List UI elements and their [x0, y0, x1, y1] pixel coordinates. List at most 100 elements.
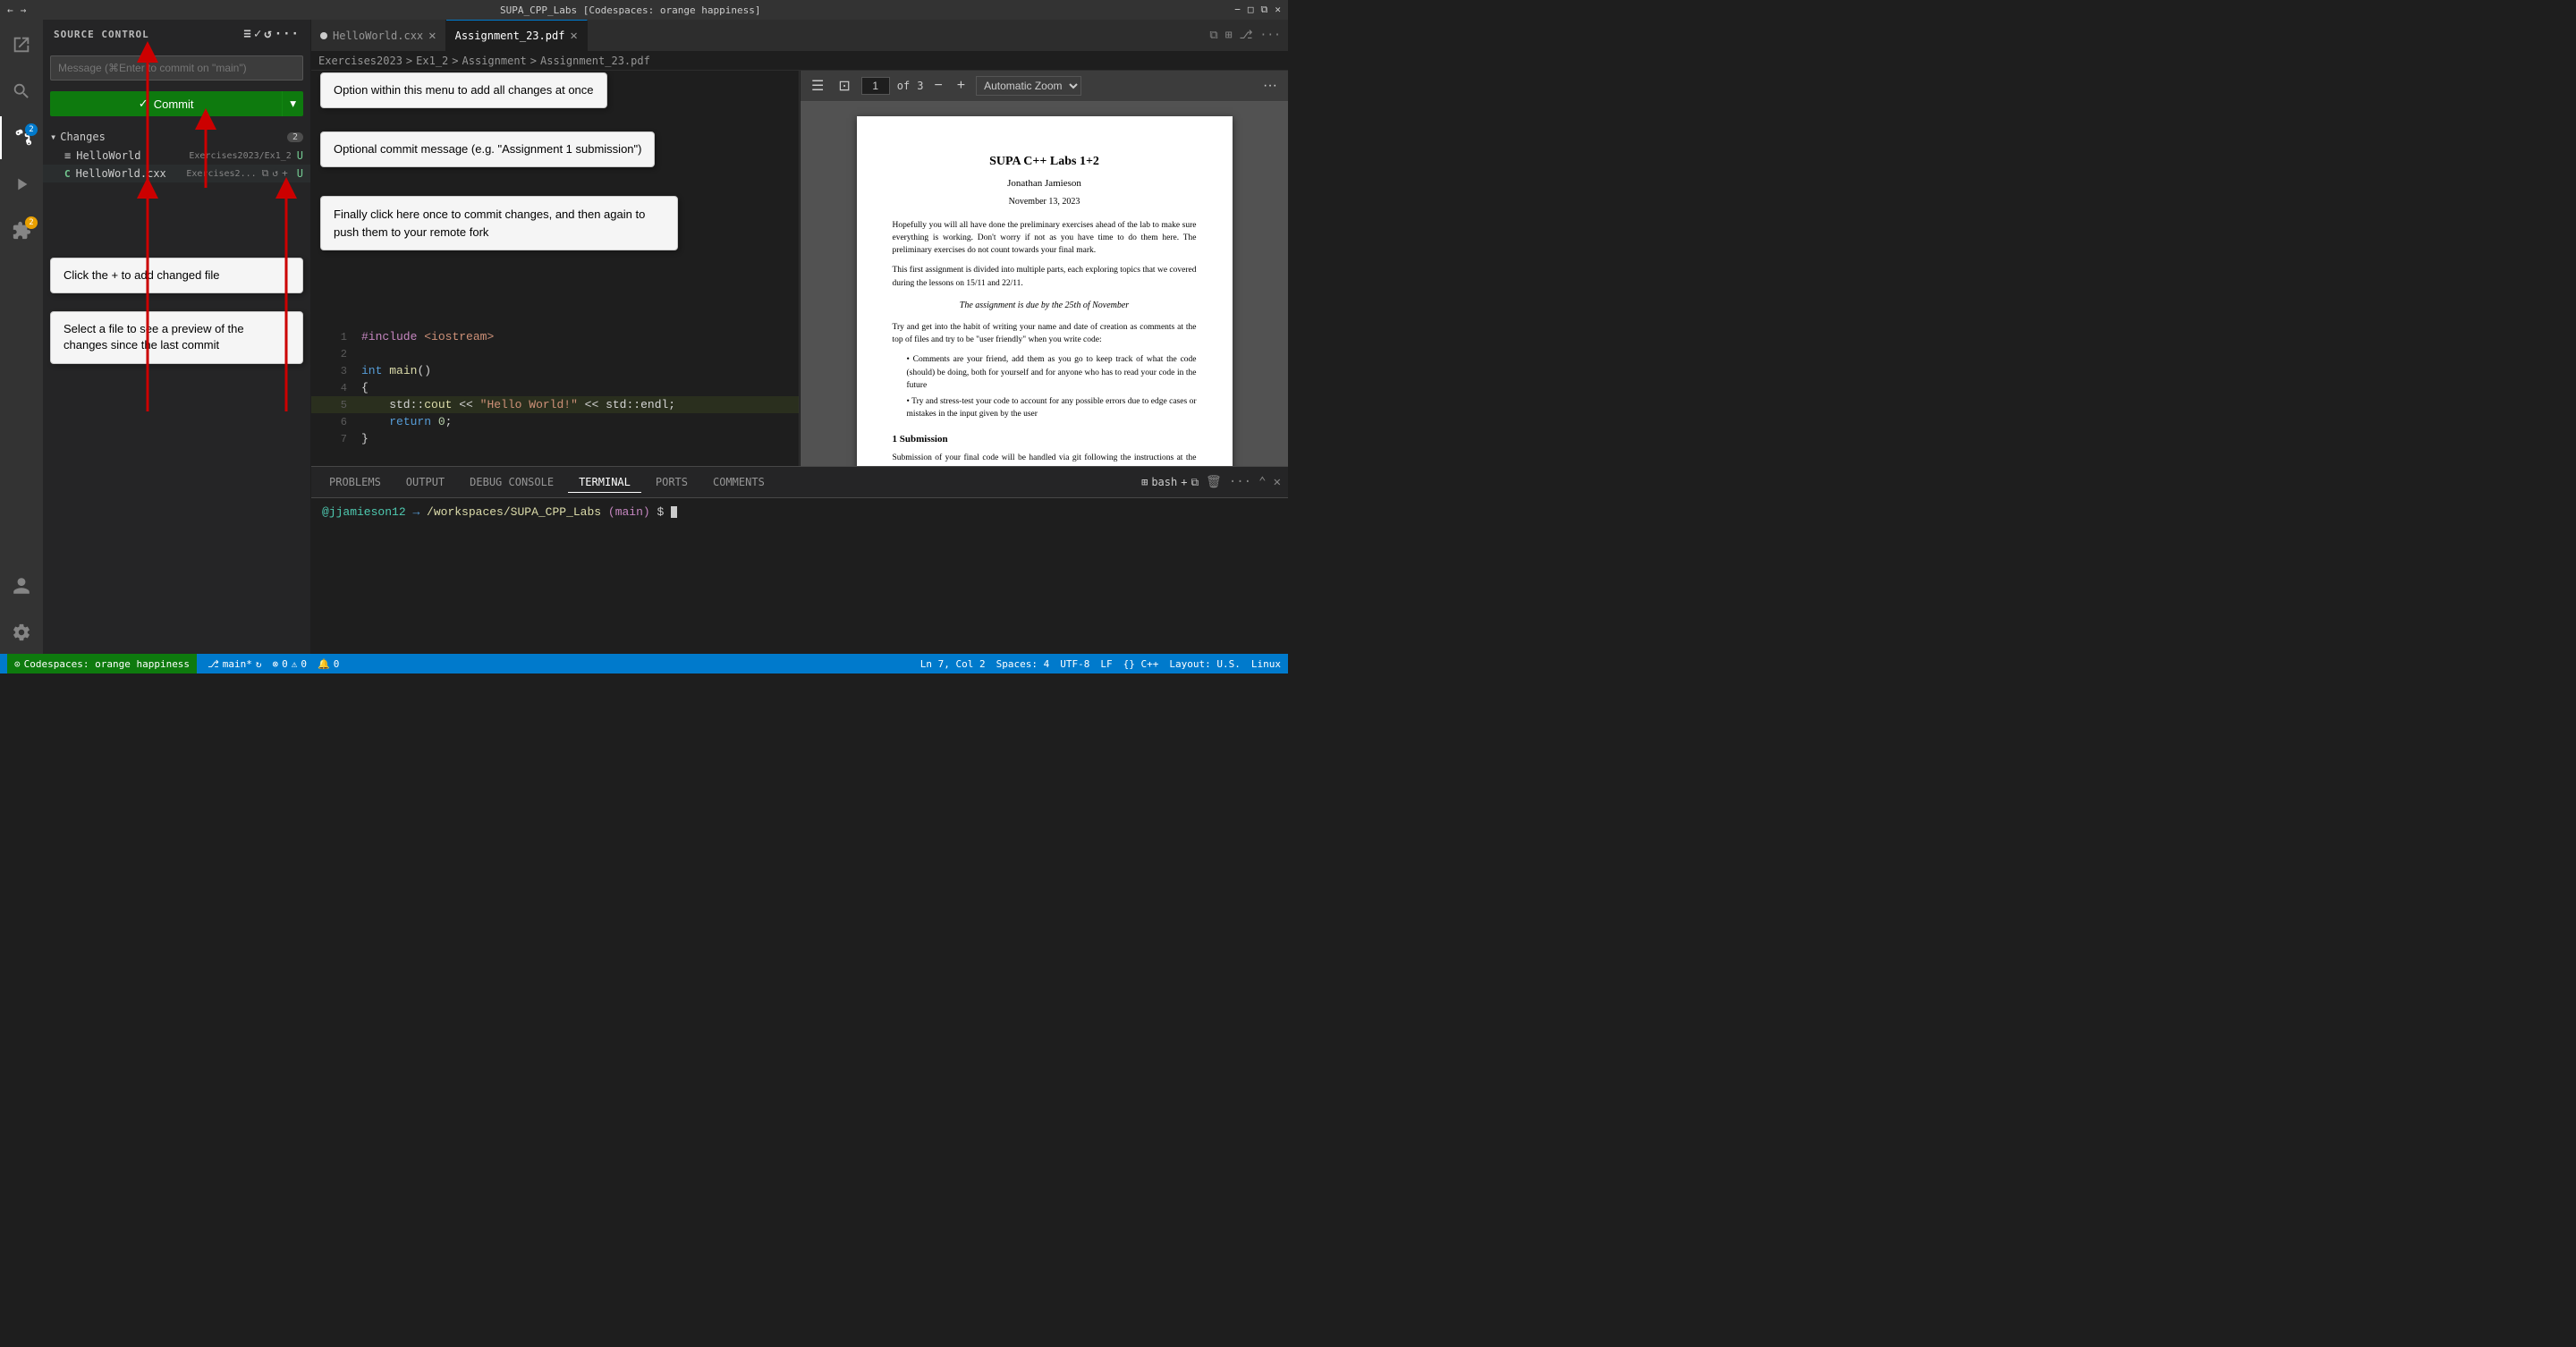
sc-list-view-button[interactable]: ≡ — [243, 27, 251, 41]
window-maximize[interactable]: □ — [1248, 4, 1254, 16]
code-line-7: 7 } — [311, 430, 799, 447]
sidebar-item-search[interactable] — [0, 70, 43, 113]
sc-refresh-button[interactable]: ↺ — [264, 27, 272, 41]
terminal-cursor — [671, 506, 677, 518]
remote-icon: ⊙ — [14, 658, 21, 670]
code-editor: 1 #include <iostream> 2 3 int main() — [311, 321, 799, 454]
tabs-bar: HelloWorld.cxx ✕ Assignment_23.pdf ✕ ⧉ ⊞… — [311, 20, 1288, 51]
file-status-cxx: U — [297, 167, 303, 180]
breadcrumb-ex1[interactable]: Ex1_2 — [416, 55, 448, 67]
pdf-page-input[interactable] — [861, 77, 890, 95]
editor-layout-icon[interactable]: ⊞ — [1225, 29, 1233, 42]
source-control-badge: 2 — [25, 123, 38, 136]
more-editor-options-icon[interactable]: ··· — [1260, 29, 1281, 42]
tooltip-select-file-text: Select a file to see a preview of the ch… — [64, 322, 244, 352]
statusbar-notifications[interactable]: 🔔 0 — [318, 658, 339, 670]
tab-helloworld-cxx-close[interactable]: ✕ — [428, 29, 436, 43]
pdf-more-options[interactable]: ··· — [1259, 76, 1281, 96]
commit-dropdown-button[interactable]: ▾ — [282, 91, 303, 116]
pdf-page-of: of — [897, 80, 910, 92]
statusbar-line-ending[interactable]: LF — [1100, 658, 1112, 670]
file-item-helloworld[interactable]: ≡ HelloWorld Exercises2023/Ex1_2 U — [43, 147, 310, 165]
pdf-para-1: Hopefully you will all have done the pre… — [893, 219, 1197, 258]
terminal-close-icon[interactable]: ✕ — [1274, 475, 1281, 489]
commit-button-row: ✓ Commit ▾ — [50, 91, 303, 116]
settings-icon[interactable] — [0, 611, 43, 654]
changes-header[interactable]: ▾ Changes 2 — [43, 127, 310, 147]
sc-commit-all-button[interactable]: ✓ — [254, 27, 262, 41]
breadcrumb-file[interactable]: Assignment_23.pdf — [540, 55, 650, 67]
statusbar-branch[interactable]: ⎇ main* ↻ — [208, 658, 261, 670]
tooltip-commit-btn-text: Finally click here once to commit change… — [334, 208, 645, 239]
kill-terminal-icon[interactable]: 🗑 — [1206, 475, 1222, 489]
terminal-maximize-icon[interactable]: ⌃ — [1258, 475, 1266, 489]
file-type-icon-cxx: C — [64, 168, 71, 180]
terminal-content[interactable]: @jjamieson12 → /workspaces/SUPA_CPP_Labs… — [311, 498, 1288, 654]
pdf-bullet-1: • Comments are your friend, add them as … — [907, 353, 1197, 392]
account-icon[interactable] — [0, 564, 43, 607]
statusbar-errors[interactable]: ⊗ 0 ⚠ 0 — [273, 658, 308, 670]
commit-button[interactable]: ✓ Commit — [50, 91, 282, 116]
window-close[interactable]: ✕ — [1275, 4, 1281, 16]
file-open-changes-icon[interactable]: ⧉ — [262, 167, 269, 180]
nav-forward-button[interactable]: → — [21, 4, 27, 16]
pdf-author: Jonathan Jamieson — [893, 176, 1197, 191]
pdf-assignment-due: The assignment is due by the 25th of Nov… — [893, 299, 1197, 312]
tab-helloworld-cxx[interactable]: HelloWorld.cxx ✕ — [311, 20, 446, 51]
tab-assignment-pdf-close[interactable]: ✕ — [570, 29, 577, 43]
breadcrumb-assignment[interactable]: Assignment — [462, 55, 527, 67]
file-cxx-actions: ⧉ ↺ + — [262, 167, 288, 180]
git-icon[interactable]: ⎇ — [1240, 29, 1253, 42]
terminal-tab-problems[interactable]: PROBLEMS — [318, 472, 392, 492]
commit-message-input[interactable] — [50, 55, 303, 80]
sc-more-actions-button[interactable]: ··· — [275, 27, 300, 41]
pdf-zoom-select[interactable]: Automatic Zoom 50% 75% 100% — [976, 76, 1081, 96]
terminal-tab-terminal[interactable]: TERMINAL — [568, 472, 641, 493]
statusbar-os[interactable]: Linux — [1251, 658, 1281, 670]
tab-assignment-pdf[interactable]: Assignment_23.pdf ✕ — [446, 20, 588, 51]
window-restore[interactable]: ⧉ — [1261, 4, 1268, 16]
pdf-zoom-fit-page[interactable]: ⊡ — [835, 75, 853, 97]
pdf-content[interactable]: SUPA C++ Labs 1+2 Jonathan Jamieson Nove… — [801, 102, 1288, 466]
sidebar-item-explorer[interactable] — [0, 23, 43, 66]
terminal-tab-output[interactable]: OUTPUT — [395, 472, 455, 492]
window-minimize[interactable]: − — [1234, 4, 1241, 16]
bell-icon: 🔔 — [318, 658, 330, 670]
sidebar-item-run[interactable] — [0, 163, 43, 206]
app-container: ← → SUPA_CPP_Labs [Codespaces: orange ha… — [0, 0, 1288, 674]
statusbar-codespace[interactable]: ⊙ Codespaces: orange happiness — [7, 654, 197, 674]
tooltip-add-file: Click the + to add changed file — [50, 258, 303, 293]
tab-helloworld-cxx-label: HelloWorld.cxx — [333, 30, 423, 42]
nav-back-button[interactable]: ← — [7, 4, 13, 16]
file-path-helloworld: Exercises2023/Ex1_2 — [189, 151, 291, 161]
split-editor-icon[interactable]: ⧉ — [1209, 29, 1217, 42]
file-item-helloworld-cxx[interactable]: C HelloWorld.cxx Exercises2... ⧉ ↺ + U — [43, 165, 310, 182]
statusbar-ln-col[interactable]: Ln 7, Col 2 — [920, 658, 986, 670]
pdf-zoom-out-button[interactable]: − — [930, 76, 945, 96]
terminal-arrow: → — [412, 505, 427, 519]
pdf-zoom-in-button[interactable]: + — [953, 76, 969, 96]
terminal-tab-debug[interactable]: DEBUG CONSOLE — [459, 472, 564, 492]
commit-message-area — [50, 55, 303, 80]
tooltip-add-file-text: Click the + to add changed file — [64, 268, 220, 282]
pdf-section-1-text: Submission of your final code will be ha… — [893, 452, 1197, 466]
bash-split-terminal[interactable]: ⧉ — [1191, 476, 1199, 489]
statusbar-encoding[interactable]: UTF-8 — [1060, 658, 1089, 670]
breadcrumb-ex[interactable]: Exercises2023 — [318, 55, 402, 67]
pdf-toolbar: ☰ ⊡ of 3 − + Automatic Zoom 50% 75% 100% — [801, 71, 1288, 102]
code-panel: Option within this menu to add all chang… — [311, 71, 800, 466]
pdf-sidebar-toggle[interactable]: ☰ — [808, 75, 827, 97]
terminal-more-icon[interactable]: ··· — [1229, 475, 1251, 489]
statusbar-layout[interactable]: Layout: U.S. — [1169, 658, 1240, 670]
editor-split: Option within this menu to add all chang… — [311, 71, 1288, 466]
editor-toolbar: ⧉ ⊞ ⎇ ··· — [1202, 29, 1288, 42]
statusbar-language[interactable]: {} C++ — [1123, 658, 1159, 670]
sidebar-item-source-control[interactable]: 2 — [0, 116, 43, 159]
file-stage-icon[interactable]: + — [282, 167, 288, 180]
terminal-tab-comments[interactable]: COMMENTS — [702, 472, 775, 492]
bash-add-terminal[interactable]: + — [1181, 476, 1187, 488]
sidebar-item-extensions[interactable]: 2 — [0, 209, 43, 252]
terminal-tab-ports[interactable]: PORTS — [645, 472, 699, 492]
file-discard-icon[interactable]: ↺ — [273, 167, 279, 180]
statusbar-spaces[interactable]: Spaces: 4 — [996, 658, 1050, 670]
